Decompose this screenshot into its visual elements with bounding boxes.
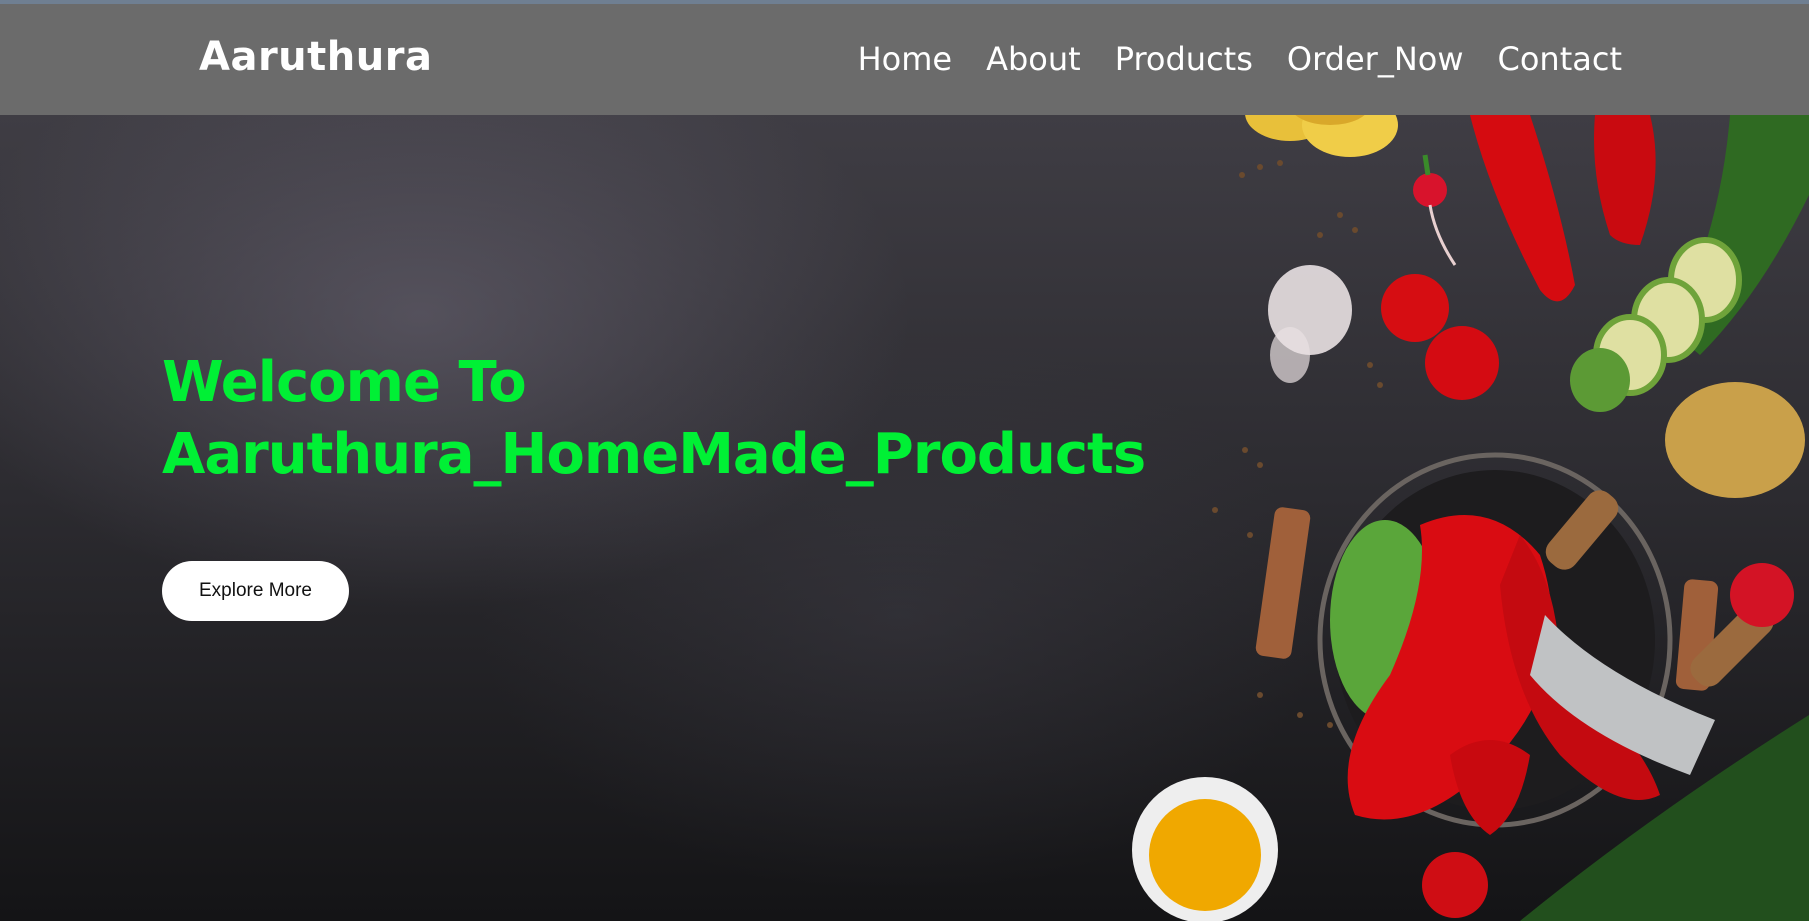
corn-illustration (1245, 115, 1398, 157)
navbar: Aaruthura Home About Products Order_Now … (0, 4, 1809, 115)
nav-link-products[interactable]: Products (1115, 40, 1253, 78)
headline-line-1: Welcome To (162, 350, 527, 415)
radish-illustration (1413, 154, 1457, 266)
headline-line-2: Aaruthura_HomeMade_Products (162, 422, 1146, 487)
brand-logo[interactable]: Aaruthura (199, 34, 432, 80)
vegetables-background-image (1132, 115, 1809, 921)
nav-link-about[interactable]: About (986, 40, 1081, 78)
chili-illustration (1470, 115, 1575, 302)
hero-section: Welcome To Aaruthura_HomeMade_Products E… (0, 115, 1809, 921)
nav-link-home[interactable]: Home (858, 40, 953, 78)
salt-illustration (1268, 265, 1352, 383)
oil-bowl-illustration (1132, 777, 1278, 921)
tomato-illustration (1381, 274, 1449, 342)
explore-more-button[interactable]: Explore More (162, 561, 349, 621)
nav-link-order-now[interactable]: Order_Now (1287, 40, 1464, 78)
potato-illustration (1665, 382, 1805, 498)
hero-headline: Welcome To Aaruthura_HomeMade_Products (162, 347, 1146, 491)
nav-link-contact[interactable]: Contact (1498, 40, 1623, 78)
main-nav: Home About Products Order_Now Contact (858, 40, 1622, 78)
